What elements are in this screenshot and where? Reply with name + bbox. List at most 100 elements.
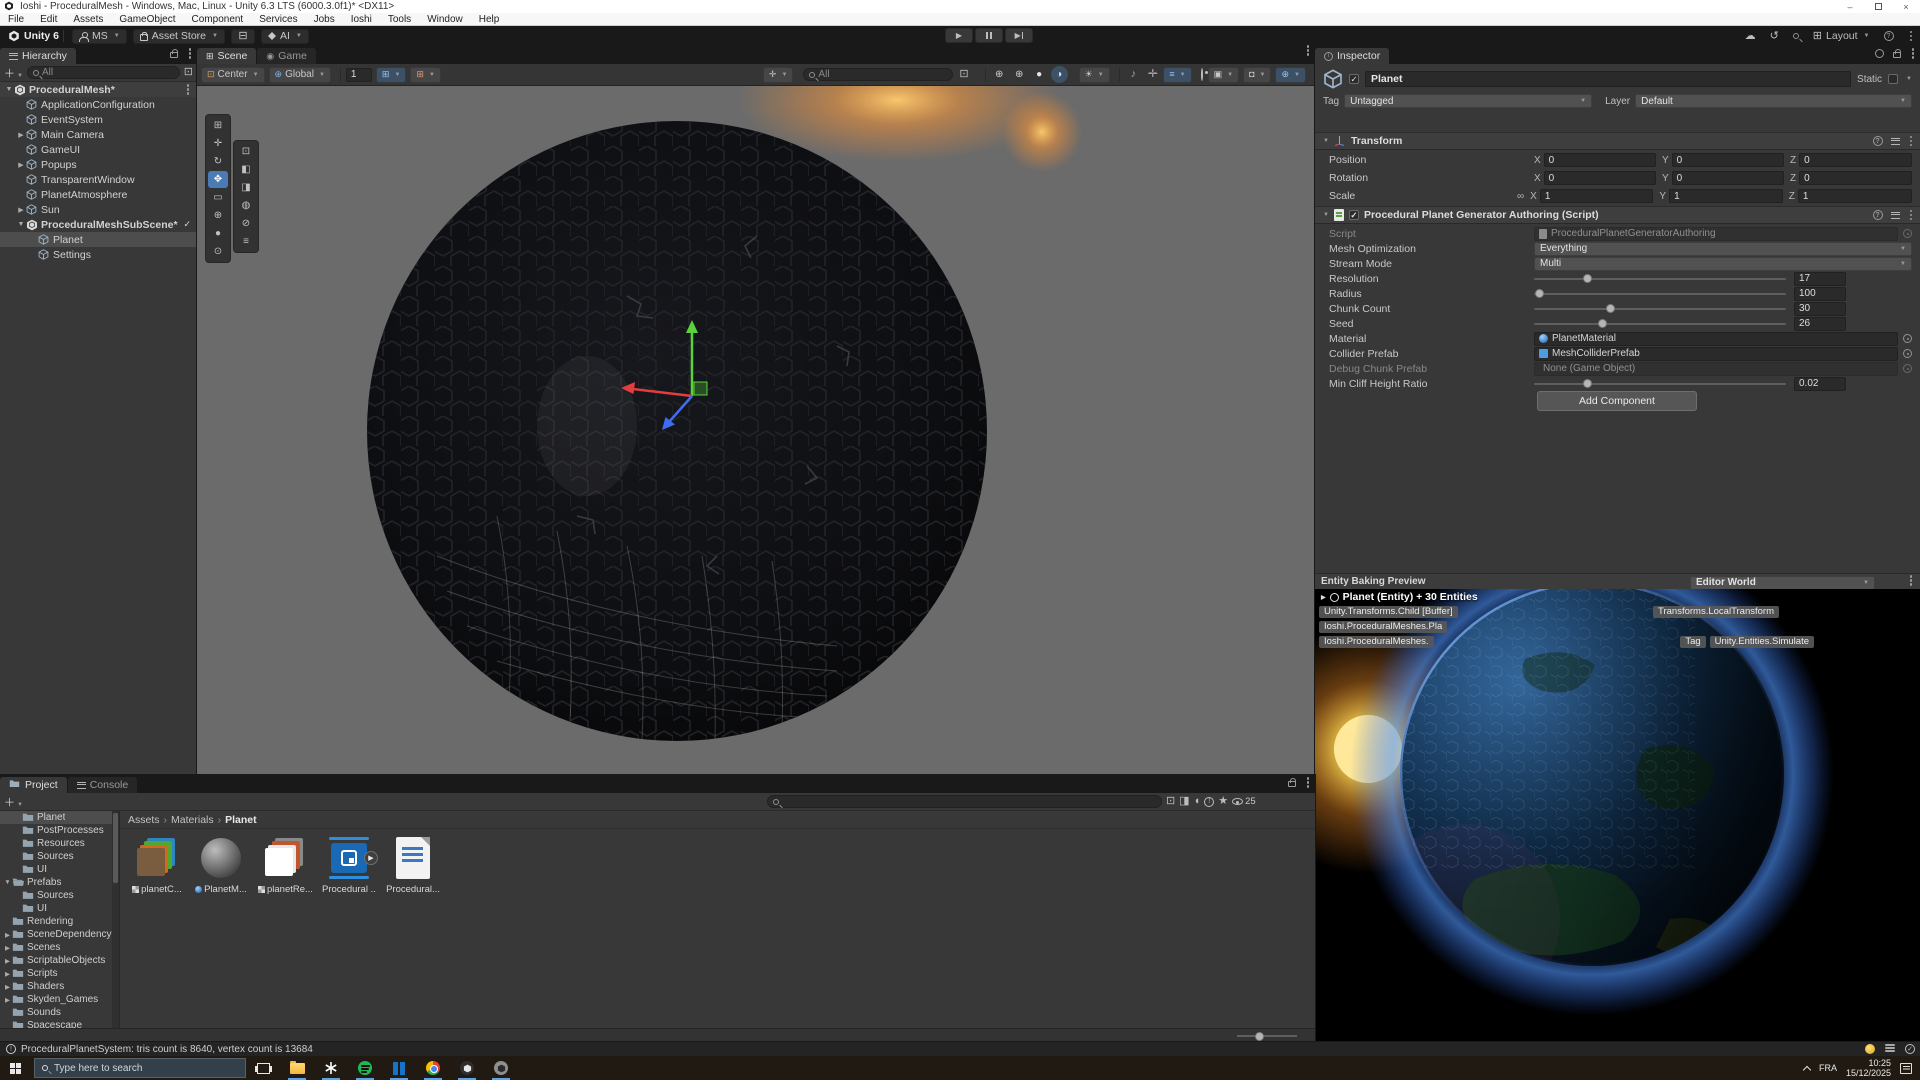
scene-viewport[interactable]: ⊞ ✛ ↻ ✥ ▭ ⊕ ● ⊙ ⊡ ◧ ◨ ◍ ⊘ ≡ (197, 86, 1315, 775)
view-tool-icon[interactable]: ✛ (208, 135, 228, 152)
scale-tool-icon[interactable]: ⊕ (208, 207, 228, 224)
taskbar-app-chatgpt[interactable] (314, 1056, 348, 1080)
visible-count[interactable]: 25 (1232, 796, 1256, 807)
static-dropdown-icon[interactable]: ▼ (1906, 76, 1912, 82)
history-icon[interactable]: ↺ (1770, 31, 1779, 42)
thumbnail-zoom-slider[interactable] (1237, 1035, 1297, 1037)
dock-button[interactable]: ⊟ (231, 29, 255, 44)
project-search-input[interactable] (782, 796, 1156, 807)
foldout-icon[interactable]: ▶ (3, 983, 12, 991)
custom-tool-icon[interactable]: ⊙ (208, 243, 228, 260)
taskbar-app-blue-app[interactable] (382, 1056, 416, 1080)
step-button[interactable]: ▶ (1005, 28, 1033, 43)
breadcrumb-assets[interactable]: Assets (128, 814, 160, 826)
taskbar-app-unity-hub[interactable] (450, 1056, 484, 1080)
asset-procedural[interactable]: ▶Procedural ... (322, 835, 376, 895)
tree-scrollbar[interactable] (112, 811, 119, 1028)
code-coverage-icon[interactable]: ✓ (1905, 1044, 1915, 1054)
taskbar-app-file-explorer[interactable] (280, 1056, 314, 1080)
presets-icon[interactable] (1891, 138, 1900, 145)
folder-scenedependency[interactable]: ▶SceneDependency (0, 928, 119, 941)
foldout-icon[interactable]: ▶ (3, 996, 12, 1004)
axis-z-field[interactable]: 0 (1799, 153, 1912, 167)
create-button[interactable]: ＋▼ (4, 794, 23, 810)
breadcrumb-planet[interactable]: Planet (225, 814, 257, 826)
search-by-type-icon[interactable]: ⊡ (1166, 796, 1175, 807)
slider-track[interactable] (1534, 308, 1786, 310)
editor-world-dropdown[interactable]: Editor World▼ (1690, 576, 1875, 590)
item-kebab-icon[interactable] (187, 88, 190, 91)
asset-store-dropdown[interactable]: Asset Store▼ (133, 29, 225, 44)
scene-search[interactable] (803, 68, 953, 81)
foldout-icon[interactable]: ▼ (1323, 138, 1329, 144)
add-component-button[interactable]: Add Component (1537, 391, 1697, 411)
foldout-icon[interactable]: ▼ (1323, 212, 1329, 218)
cloud-icon[interactable]: ☁ (1745, 31, 1756, 42)
axis-y-field[interactable]: 1 (1669, 189, 1783, 203)
pivot-mode-dropdown[interactable]: ⊡ Center▼ (201, 67, 265, 83)
hierarchy-item-settings[interactable]: Settings (0, 247, 197, 262)
object-field[interactable]: ProceduralPlanetGeneratorAuthoring (1534, 227, 1898, 241)
tab-console[interactable]: Console (68, 777, 138, 793)
menu-file[interactable]: File (0, 13, 32, 26)
foldout-icon[interactable]: ▶ (3, 957, 12, 965)
orientation-dropdown[interactable]: ⊕ Global▼ (269, 67, 331, 83)
folder-prefabs[interactable]: ▼Prefabs (0, 876, 119, 889)
taskbar-search-input[interactable] (54, 1063, 238, 1074)
folder-sources[interactable]: Sources (0, 850, 119, 863)
minimize-button[interactable]: – (1836, 0, 1864, 13)
package-visibility-icon[interactable]: ◨ (1179, 796, 1189, 807)
taskbar-app-task-view[interactable] (246, 1056, 280, 1080)
menu-gameobject[interactable]: GameObject (111, 13, 183, 26)
panel-kebab-icon[interactable] (1307, 781, 1310, 784)
play-badge-icon[interactable]: ▶ (364, 851, 378, 865)
importance-icon[interactable]: ! (1204, 797, 1214, 807)
field-dropdown[interactable]: Everything▼ (1534, 242, 1912, 256)
taskbar-search[interactable] (34, 1058, 246, 1078)
slider-value-field[interactable]: 30 (1794, 302, 1846, 316)
help-icon[interactable]: ? (1884, 31, 1894, 41)
hierarchy-item-planetatmosphere[interactable]: PlanetAtmosphere (0, 187, 197, 202)
hierarchy-item-transparentwindow[interactable]: TransparentWindow (0, 172, 197, 187)
search-icon[interactable] (1793, 33, 1799, 39)
object-picker-icon[interactable] (1903, 229, 1912, 238)
account-dropdown[interactable]: MS▼ (72, 29, 127, 44)
help-icon[interactable]: ? (1873, 210, 1883, 220)
cache-server-icon[interactable] (1885, 1044, 1895, 1053)
folder-sounds[interactable]: Sounds (0, 1006, 119, 1019)
entity-kebab-icon[interactable] (1910, 579, 1913, 582)
hidden-icons-chevron[interactable] (1803, 1065, 1811, 1073)
asset-procedural[interactable]: Procedural... (386, 835, 440, 895)
axis-x-field[interactable]: 1 (1540, 189, 1654, 203)
taskbar-app-chrome[interactable] (416, 1056, 450, 1080)
menu-ioshi[interactable]: Ioshi (343, 13, 380, 26)
pause-button[interactable] (975, 28, 1003, 43)
name-field[interactable]: Planet (1365, 71, 1851, 87)
folder-shaders[interactable]: ▶Shaders (0, 980, 119, 993)
ai-dropdown[interactable]: AI▼ (261, 29, 309, 44)
axis-y-field[interactable]: 0 (1672, 153, 1784, 167)
foldout-icon[interactable]: ▶ (16, 206, 26, 214)
folder-sources[interactable]: Sources (0, 889, 119, 902)
hierarchy-item-sun[interactable]: ▶Sun (0, 202, 197, 217)
link-icon[interactable]: ∞ (1517, 191, 1524, 202)
object-picker-icon[interactable] (1903, 349, 1912, 358)
move-tool-dropdown[interactable]: ✛▼ (763, 67, 794, 83)
debugger-bug-icon[interactable] (1865, 1044, 1875, 1054)
component-enabled-checkbox[interactable]: ✓ (1349, 210, 1359, 220)
axis-y-field[interactable]: 0 (1672, 171, 1784, 185)
tab-scene[interactable]: ⊞ Scene (197, 48, 256, 64)
hierarchy-item-proceduralmesh[interactable]: ▼ProceduralMesh* (0, 82, 197, 97)
slider-thumb[interactable] (1583, 274, 1592, 283)
axis-x-field[interactable]: 0 (1544, 153, 1656, 167)
folder-spacescape[interactable]: Spacescape (0, 1019, 119, 1028)
static-checkbox[interactable] (1888, 74, 1898, 84)
maximize-button[interactable] (1864, 0, 1892, 13)
layer-dropdown[interactable]: Default▼ (1635, 94, 1912, 108)
layers-dropdown[interactable]: ≡▼ (1163, 67, 1191, 83)
hierarchy-item-proceduralmeshsubscene[interactable]: ▼ProceduralMeshSubScene*✓ (0, 217, 197, 232)
object-field[interactable]: PlanetMaterial (1534, 332, 1898, 346)
light-icon[interactable]: ● (1031, 66, 1048, 83)
menu-assets[interactable]: Assets (65, 13, 111, 26)
folder-rendering[interactable]: Rendering (0, 915, 119, 928)
